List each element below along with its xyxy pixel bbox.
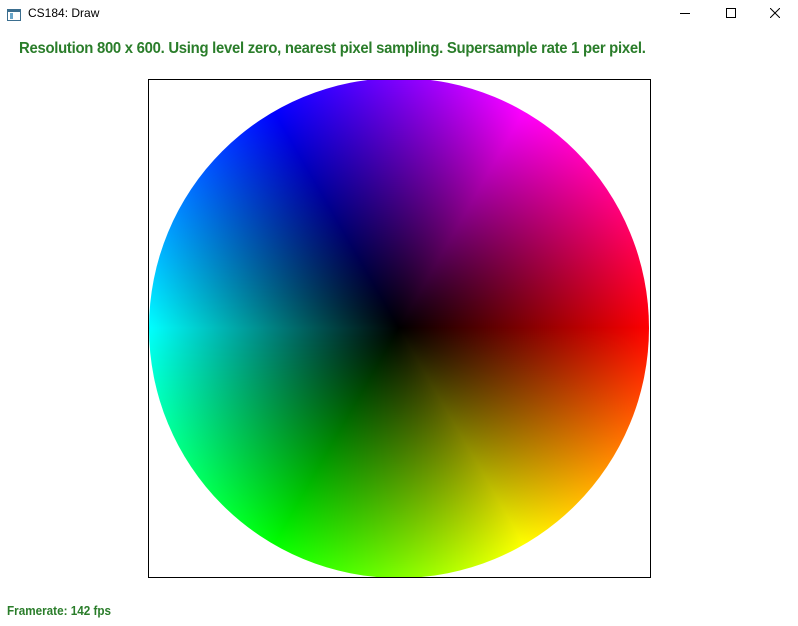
close-icon	[770, 8, 780, 18]
close-button[interactable]	[752, 0, 798, 26]
status-text: Resolution 800 x 600. Using level zero, …	[19, 40, 646, 57]
draw-canvas[interactable]	[148, 79, 651, 578]
minimize-button[interactable]	[662, 0, 708, 26]
color-wheel-image	[149, 80, 649, 577]
framerate-label: Framerate: 142 fps	[7, 603, 112, 618]
app-window-icon	[7, 6, 21, 21]
maximize-icon	[726, 8, 736, 18]
minimize-icon	[680, 8, 690, 18]
title-bar[interactable]: CS184: Draw	[0, 0, 798, 26]
maximize-button[interactable]	[708, 0, 754, 26]
app-window: CS184: Draw Resolution 800 x 600. Using …	[0, 0, 798, 626]
window-title: CS184: Draw	[28, 6, 100, 20]
